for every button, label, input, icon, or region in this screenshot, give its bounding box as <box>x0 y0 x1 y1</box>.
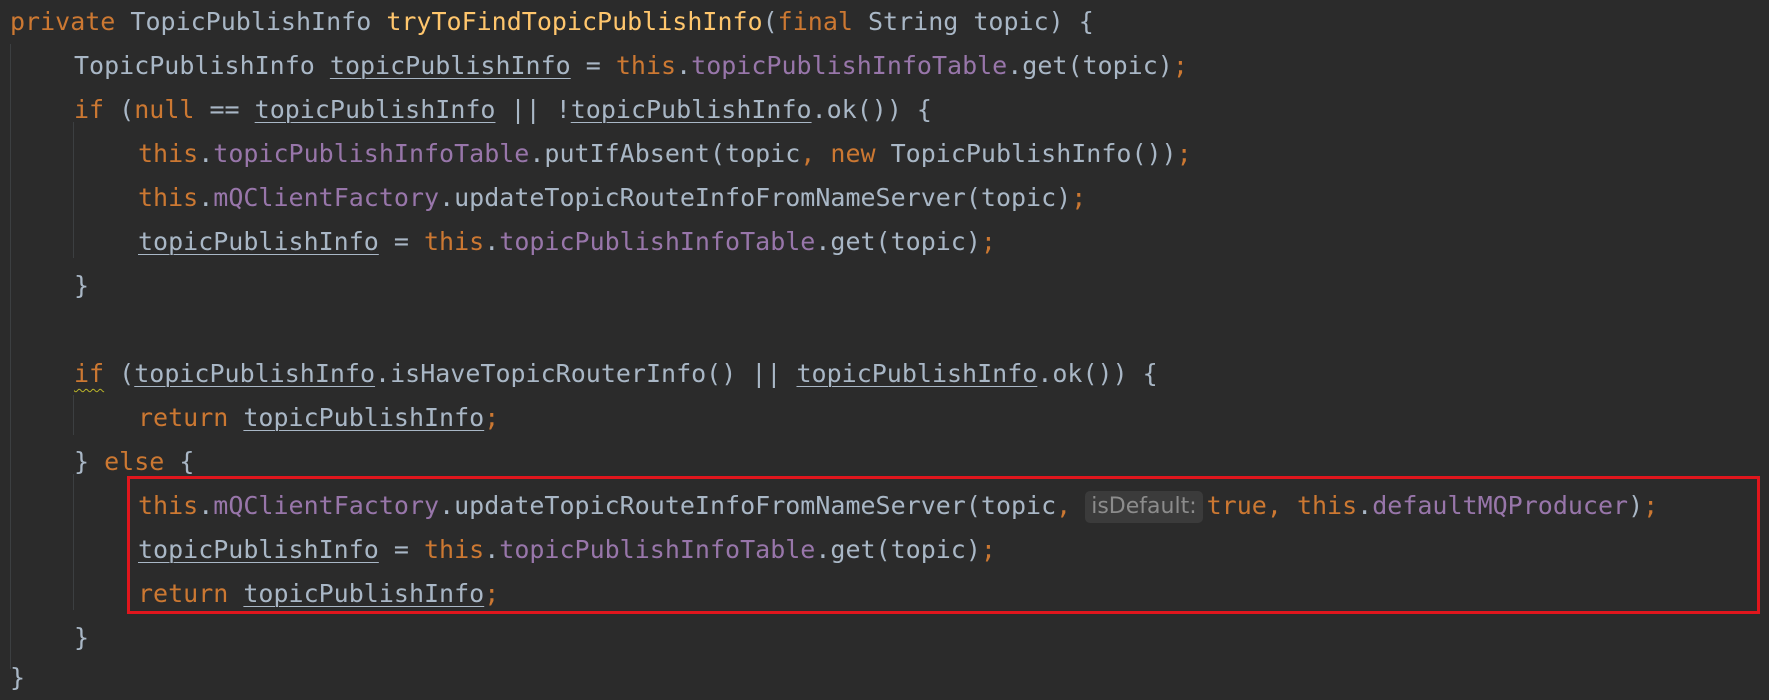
line-close: ) { <box>1048 7 1094 36</box>
keyword-if: if <box>74 95 105 124</box>
var-type: TopicPublishInfo <box>74 51 315 80</box>
method-call: .isHaveTopicRouterInfo() || <box>375 359 797 388</box>
code-line-4[interactable]: this.topicPublishInfoTable.putIfAbsent(t… <box>138 132 1192 176</box>
dot: . <box>676 51 692 80</box>
method-call: .updateTopicRouteInfoFromNameServer(topi… <box>439 183 1072 212</box>
keyword-final: final <box>777 7 853 36</box>
code-line-10[interactable]: return topicPublishInfo; <box>138 396 499 440</box>
highlight-annotation-box <box>127 476 1760 614</box>
line-rest: .ok()) { <box>1037 359 1158 388</box>
close-brace: } <box>74 623 90 652</box>
keyword-this: this <box>423 227 485 256</box>
keyword-return: return <box>138 403 229 432</box>
equals-op: == <box>194 95 255 124</box>
local-variable: topicPublishInfo <box>134 359 376 388</box>
indent-guide <box>73 474 74 610</box>
keyword-this: this <box>138 139 199 168</box>
local-variable: topicPublishInfo <box>329 51 571 80</box>
method-call: .get(topic) <box>815 227 981 256</box>
keyword-private: private <box>10 7 116 36</box>
code-line-9[interactable]: if (topicPublishInfo.isHaveTopicRouterIn… <box>74 352 1158 396</box>
keyword-new: new <box>815 139 876 168</box>
dot: . <box>198 139 214 168</box>
field-ref: topicPublishInfoTable <box>691 51 1008 80</box>
code-line-6[interactable]: topicPublishInfo = this.topicPublishInfo… <box>138 220 996 264</box>
line-rest: TopicPublishInfo()) <box>875 139 1177 168</box>
code-line-5[interactable]: this.mQClientFactory.updateTopicRouteInf… <box>138 176 1086 220</box>
assign-op: = <box>378 227 424 256</box>
code-line-1[interactable]: private TopicPublishInfo tryToFindTopicP… <box>10 0 1094 44</box>
open-paren: ( <box>104 359 135 388</box>
code-line-3[interactable]: if (null == topicPublishInfo || !topicPu… <box>74 88 932 132</box>
local-variable: topicPublishInfo <box>243 403 485 432</box>
open-paren: ( <box>104 95 135 124</box>
code-line-7[interactable]: } <box>74 264 89 308</box>
keyword-null: null <box>134 95 195 124</box>
code-line-16[interactable]: } <box>10 656 25 700</box>
local-variable: topicPublishInfo <box>138 227 379 256</box>
close-brace: } <box>10 663 26 692</box>
field-ref: topicPublishInfoTable <box>213 139 530 168</box>
param-type: String <box>868 7 959 36</box>
field-ref: topicPublishInfoTable <box>499 227 816 256</box>
method-call: .putIfAbsent(topic <box>529 139 801 168</box>
dot: . <box>198 183 214 212</box>
close-brace: } <box>74 271 90 300</box>
semicolon: ; <box>1172 51 1188 80</box>
code-editor[interactable]: private TopicPublishInfo tryToFindTopicP… <box>0 0 1769 698</box>
field-ref: mQClientFactory <box>213 183 440 212</box>
method-name: tryToFindTopicPublishInfo <box>386 7 763 36</box>
keyword-this: this <box>615 51 677 80</box>
assign-op: = <box>570 51 616 80</box>
return-type: TopicPublishInfo <box>130 7 372 36</box>
semicolon: ; <box>1176 139 1192 168</box>
indent-guide <box>10 44 11 669</box>
keyword-if: if <box>74 359 105 388</box>
indent-guide <box>73 395 74 435</box>
or-op: || ! <box>495 95 571 124</box>
keyword-this: this <box>138 183 199 212</box>
code-line-2[interactable]: TopicPublishInfo topicPublishInfo = this… <box>74 44 1188 88</box>
code-line-15[interactable]: } <box>74 616 89 660</box>
keyword-else: else <box>104 447 165 476</box>
dot: . <box>484 227 500 256</box>
param-name: topic <box>973 7 1049 36</box>
local-variable: topicPublishInfo <box>254 95 496 124</box>
local-variable: topicPublishInfo <box>796 359 1038 388</box>
comma: , <box>800 139 816 168</box>
semicolon: ; <box>1071 183 1087 212</box>
line-rest: .ok()) { <box>811 95 932 124</box>
local-variable: topicPublishInfo <box>570 95 812 124</box>
open-paren: ( <box>762 7 778 36</box>
close-brace: } <box>74 447 105 476</box>
semicolon: ; <box>980 227 996 256</box>
semicolon: ; <box>484 403 500 432</box>
open-brace: { <box>164 447 195 476</box>
indent-guide <box>73 122 74 258</box>
method-call: .get(topic) <box>1007 51 1173 80</box>
